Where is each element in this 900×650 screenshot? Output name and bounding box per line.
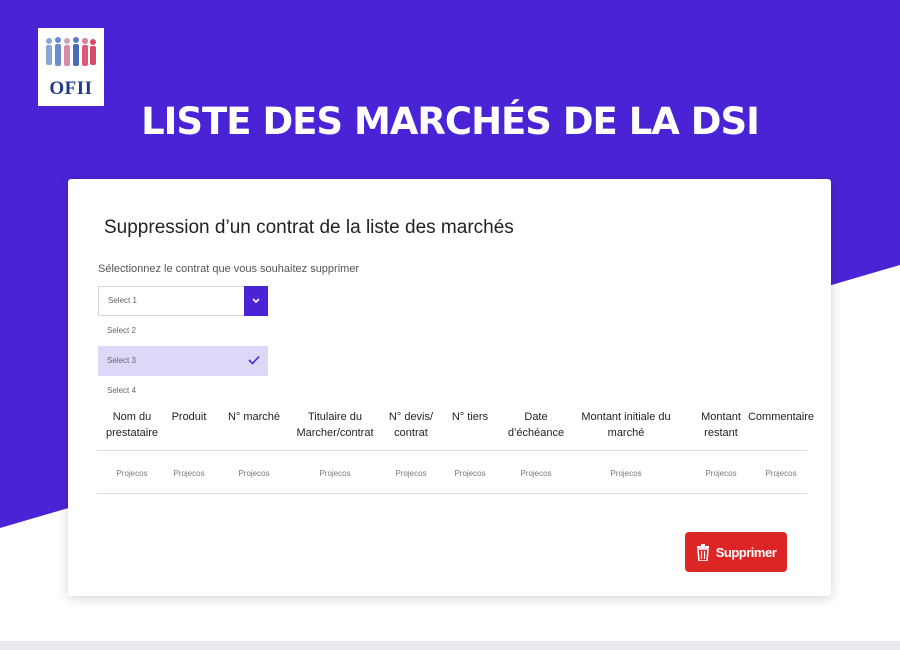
table-bottom-divider: [97, 493, 807, 494]
select-option-3[interactable]: Select 3: [98, 346, 268, 376]
page-title: LISTE DES MARCHÉS DE LA DSI: [141, 100, 760, 143]
delete-button[interactable]: Supprimer: [685, 532, 787, 572]
check-icon: [248, 355, 260, 365]
select-option-2[interactable]: Select 2: [98, 316, 268, 346]
column-header: N° tiers: [451, 411, 489, 423]
table-cell: Projecos: [238, 469, 270, 478]
column-header: Montant restant: [701, 411, 741, 439]
delete-contract-card: Suppression d’un contrat de la liste des…: [68, 179, 831, 596]
table-cell: Projecos: [319, 469, 351, 478]
select-option-4[interactable]: Select 4: [98, 376, 268, 406]
delete-button-label: Supprimer: [715, 544, 777, 560]
table-cell: Projecos: [454, 469, 486, 478]
table-cell: Projecos: [765, 469, 797, 478]
column-header: N° marché: [227, 411, 281, 423]
column-header: Date d’échéance: [507, 411, 565, 439]
select-option-label: Select 3: [107, 356, 136, 365]
table-cell: Projecos: [705, 469, 737, 478]
chevron-down-icon: [252, 298, 260, 304]
contract-select[interactable]: Select 1: [98, 286, 268, 316]
column-header: N° devis/ contrat: [388, 411, 434, 439]
column-header: Titulaire du Marcher/contrat: [296, 411, 374, 439]
column-header: Nom du prestataire: [106, 411, 158, 439]
select-current-value: Select 1: [108, 296, 137, 305]
trash-icon: [696, 543, 709, 561]
table-header-divider: [97, 450, 807, 451]
bottom-divider: [0, 641, 900, 650]
select-dropdown-button[interactable]: [244, 286, 268, 316]
table-cell: Projecos: [520, 469, 552, 478]
select-label: Sélectionnez le contrat que vous souhait…: [98, 263, 360, 275]
column-header: Produit: [171, 411, 207, 423]
logo-text: OFII: [49, 78, 93, 99]
table-cell: Projecos: [116, 469, 148, 478]
people-figures-icon: [46, 37, 96, 66]
table-cell: Projecos: [610, 469, 642, 478]
column-header: Montant initiale du marché: [581, 411, 671, 439]
ofii-logo: OFII: [38, 28, 104, 106]
card-title: Suppression d’un contrat de la liste des…: [104, 217, 514, 238]
table-cell: Projecos: [395, 469, 427, 478]
column-header: Commentaire: [747, 411, 815, 423]
table-cell: Projecos: [173, 469, 205, 478]
